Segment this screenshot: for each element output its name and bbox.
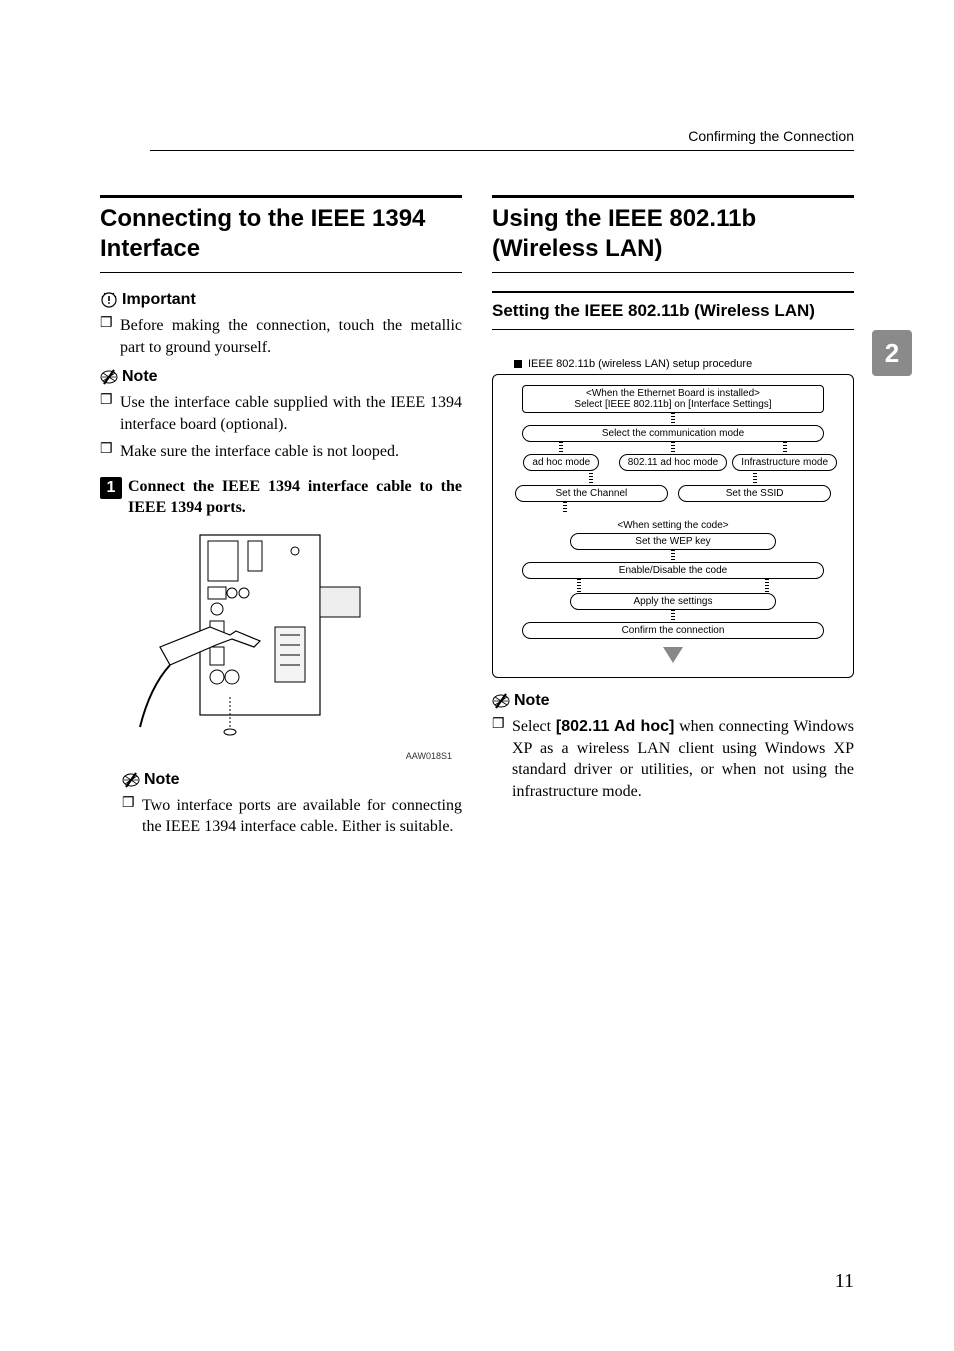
connector-split bbox=[535, 579, 810, 593]
note-heading-right: Note bbox=[492, 692, 854, 710]
list-item: ❒Make sure the interface cable is not lo… bbox=[100, 441, 462, 463]
right-section-title: Using the IEEE 802.11b (Wireless LAN) bbox=[492, 195, 854, 273]
connector bbox=[671, 550, 675, 562]
note-heading: Note bbox=[100, 368, 462, 386]
note-icon bbox=[492, 692, 510, 710]
important-heading: Important bbox=[100, 291, 462, 309]
diag-set-channel: Set the Channel bbox=[515, 485, 668, 502]
note-heading-2: Note bbox=[122, 771, 462, 789]
note-list-2: ❒Two interface ports are available for c… bbox=[122, 795, 462, 838]
diag-row-modes: ad hoc mode 802.11 ad hoc mode Infrastru… bbox=[508, 442, 838, 471]
header-rule bbox=[150, 150, 854, 151]
connector bbox=[783, 442, 787, 454]
diag-text: Select [IEEE 802.11b] on [Interface Sett… bbox=[531, 399, 816, 410]
diag-box-interface: <When the Ethernet Board is installed> S… bbox=[522, 385, 825, 413]
note-label: Note bbox=[122, 368, 158, 386]
diagram-title: IEEE 802.11b (wireless LAN) setup proced… bbox=[514, 358, 854, 370]
right-subsection: Setting the IEEE 802.11b (Wireless LAN) bbox=[492, 291, 854, 330]
cable-figure bbox=[120, 527, 462, 747]
indented-note-block: Note ❒Two interface ports are available … bbox=[122, 771, 462, 838]
step-number-icon: 1 bbox=[100, 477, 122, 499]
connector bbox=[671, 442, 675, 454]
list-item: ❒ Select [802.11 Ad hoc] when connecting… bbox=[492, 716, 854, 802]
note-icon bbox=[122, 771, 140, 789]
diag-row-set: Set the Channel Set the SSID bbox=[515, 473, 831, 502]
page-number: 11 bbox=[835, 1270, 854, 1293]
diag-set-wep: Set the WEP key bbox=[570, 533, 776, 550]
note-label-right: Note bbox=[514, 692, 550, 710]
diag-enable-disable: Enable/Disable the code bbox=[522, 562, 825, 579]
connector bbox=[671, 413, 675, 425]
connector bbox=[589, 473, 593, 485]
note-icon bbox=[100, 368, 118, 386]
important-icon bbox=[100, 291, 118, 309]
figure-caption: AAW018S1 bbox=[100, 751, 452, 761]
diag-mode: Infrastructure mode bbox=[732, 454, 837, 471]
diag-when-code: <When setting the code> bbox=[617, 520, 728, 531]
note-bold: [802.11 Ad hoc] bbox=[556, 718, 674, 735]
left-section-title: Connecting to the IEEE 1394 Interface bbox=[100, 195, 462, 273]
arrow-down-icon bbox=[663, 647, 683, 663]
important-label: Important bbox=[122, 291, 196, 309]
connector bbox=[753, 473, 757, 485]
diag-box-comm: Select the communication mode bbox=[522, 425, 825, 442]
chapter-tab: 2 bbox=[872, 330, 912, 376]
left-column: Connecting to the IEEE 1394 Interface Im… bbox=[100, 195, 462, 844]
diag-set-ssid: Set the SSID bbox=[678, 485, 831, 502]
note-text-right: Select [802.11 Ad hoc] when connecting W… bbox=[512, 716, 854, 802]
list-item: ❒Before making the connection, touch the… bbox=[100, 315, 462, 358]
diag-confirm: Confirm the connection bbox=[522, 622, 825, 639]
step-text: Connect the IEEE 1394 interface cable to… bbox=[128, 477, 462, 519]
note-list-1: ❒Use the interface cable supplied with t… bbox=[100, 392, 462, 463]
connector bbox=[671, 610, 675, 622]
diagram-frame: <When the Ethernet Board is installed> S… bbox=[492, 374, 854, 678]
running-header: Confirming the Connection bbox=[688, 128, 854, 144]
connector bbox=[563, 502, 567, 514]
important-list: ❒Before making the connection, touch the… bbox=[100, 315, 462, 358]
note-pre: Select bbox=[512, 718, 556, 735]
list-item: ❒Use the interface cable supplied with t… bbox=[100, 392, 462, 435]
right-column: Using the IEEE 802.11b (Wireless LAN) Se… bbox=[492, 195, 854, 844]
list-item: ❒Two interface ports are available for c… bbox=[122, 795, 462, 838]
connector bbox=[559, 442, 563, 454]
note-label-2: Note bbox=[144, 771, 180, 789]
diag-mode: 802.11 ad hoc mode bbox=[619, 454, 727, 471]
diag-text: <When the Ethernet Board is installed> bbox=[531, 388, 816, 399]
step-1: 1 Connect the IEEE 1394 interface cable … bbox=[100, 477, 462, 519]
note-list-right: ❒ Select [802.11 Ad hoc] when connecting… bbox=[492, 716, 854, 802]
diag-mode: ad hoc mode bbox=[523, 454, 599, 471]
two-column-layout: Connecting to the IEEE 1394 Interface Im… bbox=[100, 195, 854, 844]
setup-procedure-diagram: IEEE 802.11b (wireless LAN) setup proced… bbox=[492, 358, 854, 678]
diag-apply: Apply the settings bbox=[570, 593, 776, 610]
